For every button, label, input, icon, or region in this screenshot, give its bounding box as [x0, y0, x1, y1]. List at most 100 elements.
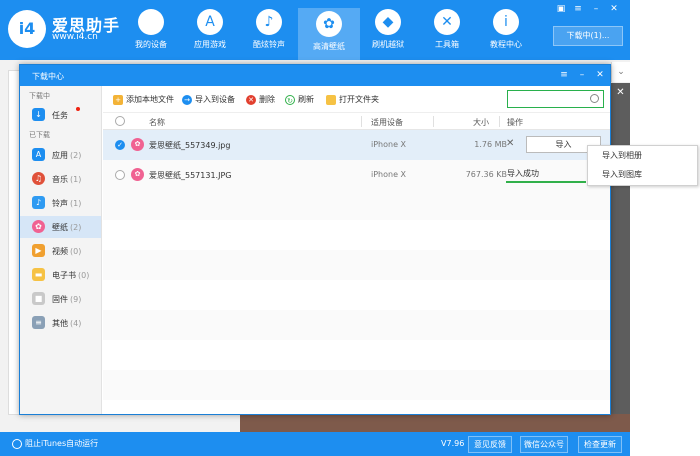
empty-row: [103, 370, 610, 400]
check-update-button[interactable]: 检查更新: [578, 436, 622, 453]
search-icon[interactable]: [590, 94, 599, 103]
nav-label: 酷炫铃声: [253, 40, 285, 49]
add-local-file-button[interactable]: + 添加本地文件: [113, 94, 174, 106]
delete-button[interactable]: ✕ 删除: [246, 94, 275, 106]
wallpaper-icon: ✿: [131, 138, 144, 151]
file-size: 767.36 KB: [465, 170, 507, 179]
outside-area: [630, 0, 700, 456]
preview-close-icon[interactable]: ✕: [614, 86, 627, 99]
import-status: 导入成功: [507, 169, 539, 178]
app-header: i4 爱思助手 www.i4.cn 我的设备 A 应用游戏 ♪ 酷炫铃声 ✿ 高…: [0, 0, 630, 60]
button-label: 删除: [259, 95, 275, 104]
sidebar-item-label: 应用 (2): [52, 151, 82, 160]
button-label: 打开文件夹: [339, 95, 379, 104]
nav-label: 刷机越狱: [372, 40, 404, 49]
empty-row: [103, 340, 610, 370]
file-name: 爱思壁纸_557131.JPG: [149, 171, 232, 180]
menu-icon[interactable]: ≡: [571, 2, 585, 16]
sidebar-item-label: 其他 (4): [52, 319, 82, 328]
delete-icon: ✕: [246, 94, 256, 105]
sidebar-item-videos[interactable]: ▶ 视频 (0): [20, 240, 101, 262]
download-center-button[interactable]: 下载中(1)...: [553, 26, 623, 46]
sidebar-item-wallpapers[interactable]: ✿ 壁纸 (2): [20, 216, 101, 238]
wallpaper-icon: ✿: [32, 220, 45, 233]
empty-row: [103, 280, 610, 310]
nav-apps-games[interactable]: A 应用游戏: [179, 6, 241, 56]
itunes-autorun-toggle[interactable]: 阻止iTunes自动运行: [12, 438, 98, 450]
minimize-icon[interactable]: –: [576, 68, 588, 82]
status-bar: 阻止iTunes自动运行 V7.96 意见反馈 微信公众号 检查更新: [0, 432, 630, 456]
sidebar-item-other[interactable]: ≡ 其他 (4): [20, 312, 101, 334]
nav-wallpapers[interactable]: ✿ 高清壁纸: [298, 8, 360, 60]
sidebar-item-apps[interactable]: A 应用 (2): [20, 144, 101, 166]
remove-icon[interactable]: ✕: [506, 138, 514, 149]
dialog-titlebar[interactable]: 下载中心 ≡ – ✕: [20, 65, 610, 86]
sidebar-item-label: 视频 (0): [52, 247, 82, 256]
feedback-button[interactable]: 意见反馈: [468, 436, 512, 453]
video-icon: ▶: [32, 244, 45, 257]
menu-item-import-to-gallery[interactable]: 导入到图库: [588, 166, 697, 184]
apple-icon: [138, 9, 164, 35]
row-checkbox[interactable]: ✓: [115, 140, 125, 150]
sidebar-item-music[interactable]: ♫ 音乐 (1): [20, 168, 101, 190]
open-folder-button[interactable]: 打开文件夹: [326, 94, 379, 106]
nav-label: 我的设备: [135, 40, 167, 49]
version-label: V7.96: [441, 439, 465, 448]
nav-toolbox[interactable]: ✕ 工具箱: [416, 6, 478, 56]
chevron-down-icon[interactable]: ⌄: [611, 62, 630, 82]
section-downloaded: 已下载: [29, 131, 50, 139]
refresh-button[interactable]: ↻ 刷新: [285, 94, 314, 106]
dialog-sidebar: 下载中 ↓ 任务 已下载 A 应用 (2) ♫ 音乐 (1) ♪ 铃声 (1) ✿ 壁…: [20, 86, 102, 414]
app-store-icon: A: [32, 148, 45, 161]
close-icon[interactable]: ✕: [607, 2, 621, 16]
menu-icon[interactable]: ≡: [558, 68, 570, 82]
file-device: iPhone X: [371, 140, 407, 149]
empty-row: [103, 220, 610, 250]
skin-icon[interactable]: ▣: [554, 2, 568, 16]
empty-row: [103, 190, 610, 220]
ebook-icon: ▬: [32, 268, 45, 281]
sidebar-item-ringtones[interactable]: ♪ 铃声 (1): [20, 192, 101, 214]
other-icon: ≡: [32, 316, 45, 329]
import-icon: →: [182, 94, 192, 105]
sidebar-item-ebooks[interactable]: ▬ 电子书 (0): [20, 264, 101, 286]
table-row[interactable]: ✿ 爱思壁纸_557131.JPG iPhone X 767.36 KB 导入成…: [103, 160, 610, 190]
minimize-icon[interactable]: –: [589, 2, 603, 16]
menu-item-import-to-album[interactable]: 导入到相册: [588, 147, 697, 165]
nav-ringtones[interactable]: ♪ 酷炫铃声: [238, 6, 300, 56]
table-row[interactable]: ✓ ✿ 爱思壁纸_557349.jpg iPhone X 1.76 MB ✕ 导…: [103, 130, 610, 160]
column-header-name[interactable]: 名称: [149, 117, 165, 128]
column-divider: [499, 116, 500, 127]
row-checkbox[interactable]: [115, 170, 125, 180]
nav-label: 工具箱: [435, 40, 459, 49]
search-box[interactable]: [507, 90, 604, 108]
close-icon[interactable]: ✕: [594, 68, 606, 82]
background-preview-strip: [240, 414, 630, 432]
import-to-device-button[interactable]: → 导入到设备: [182, 94, 235, 106]
nav-flash-jailbreak[interactable]: ◆ 刷机越狱: [357, 6, 419, 56]
empty-row: [103, 250, 610, 280]
nav-my-device[interactable]: 我的设备: [120, 6, 182, 56]
nav-label: 高清壁纸: [313, 42, 345, 51]
sidebar-item-firmware[interactable]: ■ 固件 (9): [20, 288, 101, 310]
nav-label: 教程中心: [490, 40, 522, 49]
firmware-icon: ■: [32, 292, 45, 305]
search-input[interactable]: [510, 92, 586, 106]
sidebar-item-tasks[interactable]: ↓ 任务: [20, 104, 101, 126]
file-device: iPhone X: [371, 170, 407, 179]
music-icon: ♫: [32, 172, 45, 185]
select-all-checkbox[interactable]: [115, 116, 125, 126]
column-divider: [361, 116, 362, 127]
sidebar-item-label: 铃声 (1): [52, 199, 82, 208]
column-header-size[interactable]: 大小: [473, 117, 489, 128]
tools-icon: ✕: [434, 9, 460, 35]
button-label: 添加本地文件: [126, 95, 174, 104]
itunes-toggle-label: 阻止iTunes自动运行: [25, 439, 99, 448]
refresh-icon: ↻: [285, 94, 295, 105]
nav-label: 应用游戏: [194, 40, 226, 49]
column-header-device[interactable]: 适用设备: [371, 117, 403, 128]
nav-tutorials[interactable]: i 教程中心: [475, 6, 537, 56]
wechat-button[interactable]: 微信公众号: [520, 436, 568, 453]
folder-icon: [326, 94, 336, 105]
dialog-title: 下载中心: [32, 72, 64, 81]
